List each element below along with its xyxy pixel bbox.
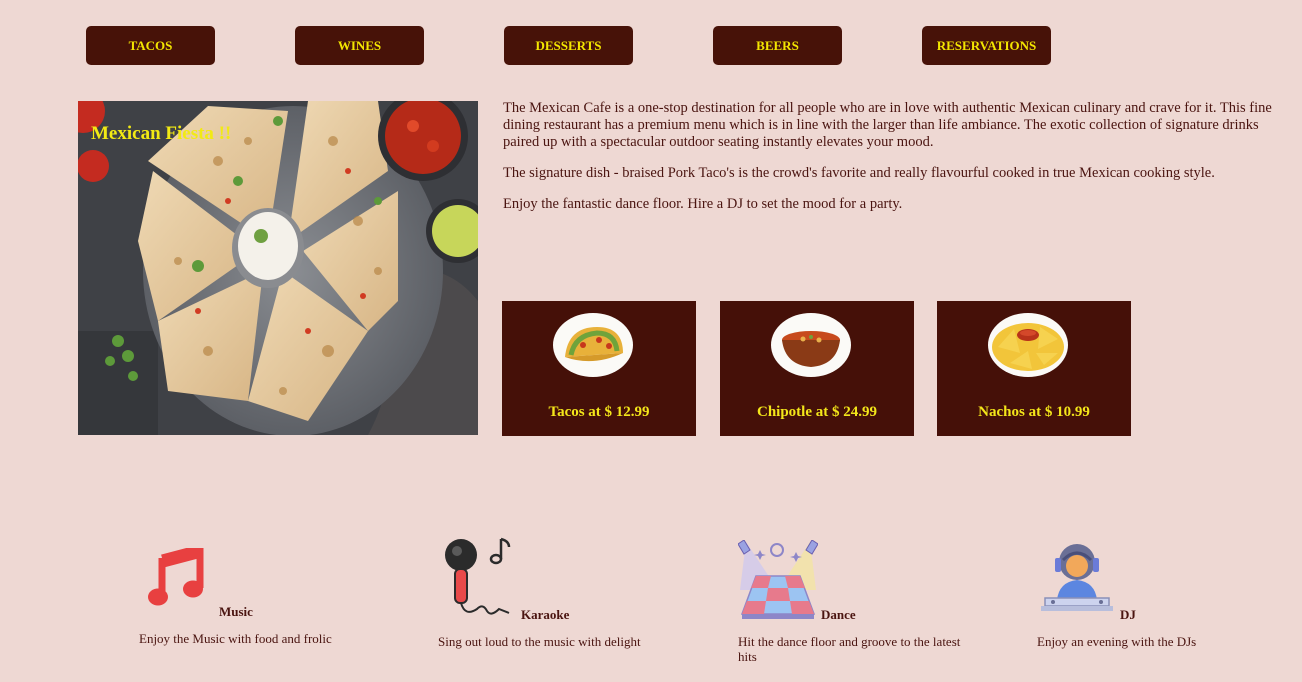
menu-card-tacos[interactable]: Tacos at $ 12.99 xyxy=(502,301,696,436)
menu-card-label: Tacos at $ 12.99 xyxy=(548,404,650,420)
nav-wines-button[interactable]: WINES xyxy=(295,26,424,65)
feature-description: Enjoy an evening with the DJs xyxy=(1037,634,1197,649)
nav-beers-button[interactable]: BEERS xyxy=(713,26,842,65)
feature-title: Karaoke xyxy=(521,607,570,622)
music-note-icon xyxy=(148,548,204,606)
feature-title: DJ xyxy=(1120,607,1136,622)
feature-description: Hit the dance floor and groove to the la… xyxy=(738,634,961,664)
about-paragraph: The signature dish - braised Pork Taco's… xyxy=(503,165,1215,181)
menu-card-label: Nachos at $ 10.99 xyxy=(978,404,1090,420)
menu-card-nachos[interactable]: Nachos at $ 10.99 xyxy=(937,301,1131,436)
hero-image: Mexican Fiesta !! xyxy=(78,101,478,435)
menu-card-label: Chipotle at $ 24.99 xyxy=(757,404,877,420)
nav-desserts-button[interactable]: DESSERTS xyxy=(504,26,633,65)
chipotle-bowl-icon xyxy=(771,313,851,377)
dance-floor-icon xyxy=(738,540,818,619)
hero-title: Mexican Fiesta !! xyxy=(91,123,232,144)
feature-title: Music xyxy=(219,604,253,619)
nav-tacos-button[interactable]: TACOS xyxy=(86,26,215,65)
about-paragraph: The Mexican Cafe is a one-stop destinati… xyxy=(503,100,1272,150)
taco-icon xyxy=(553,313,633,377)
menu-card-chipotle[interactable]: Chipotle at $ 24.99 xyxy=(720,301,914,436)
feature-description: Enjoy the Music with food and frolic xyxy=(139,631,332,646)
feature-description: Sing out loud to the music with delight xyxy=(438,634,641,649)
quesadilla-platter-image xyxy=(78,101,478,435)
dj-icon xyxy=(1041,544,1113,611)
microphone-icon xyxy=(445,537,511,615)
about-section: The Mexican Cafe is a one-stop destinati… xyxy=(503,100,1283,227)
nav-reservations-button[interactable]: RESERVATIONS xyxy=(922,26,1051,65)
about-paragraph: Enjoy the fantastic dance floor. Hire a … xyxy=(503,196,903,212)
nachos-icon xyxy=(988,313,1068,377)
feature-title: Dance xyxy=(821,607,856,622)
